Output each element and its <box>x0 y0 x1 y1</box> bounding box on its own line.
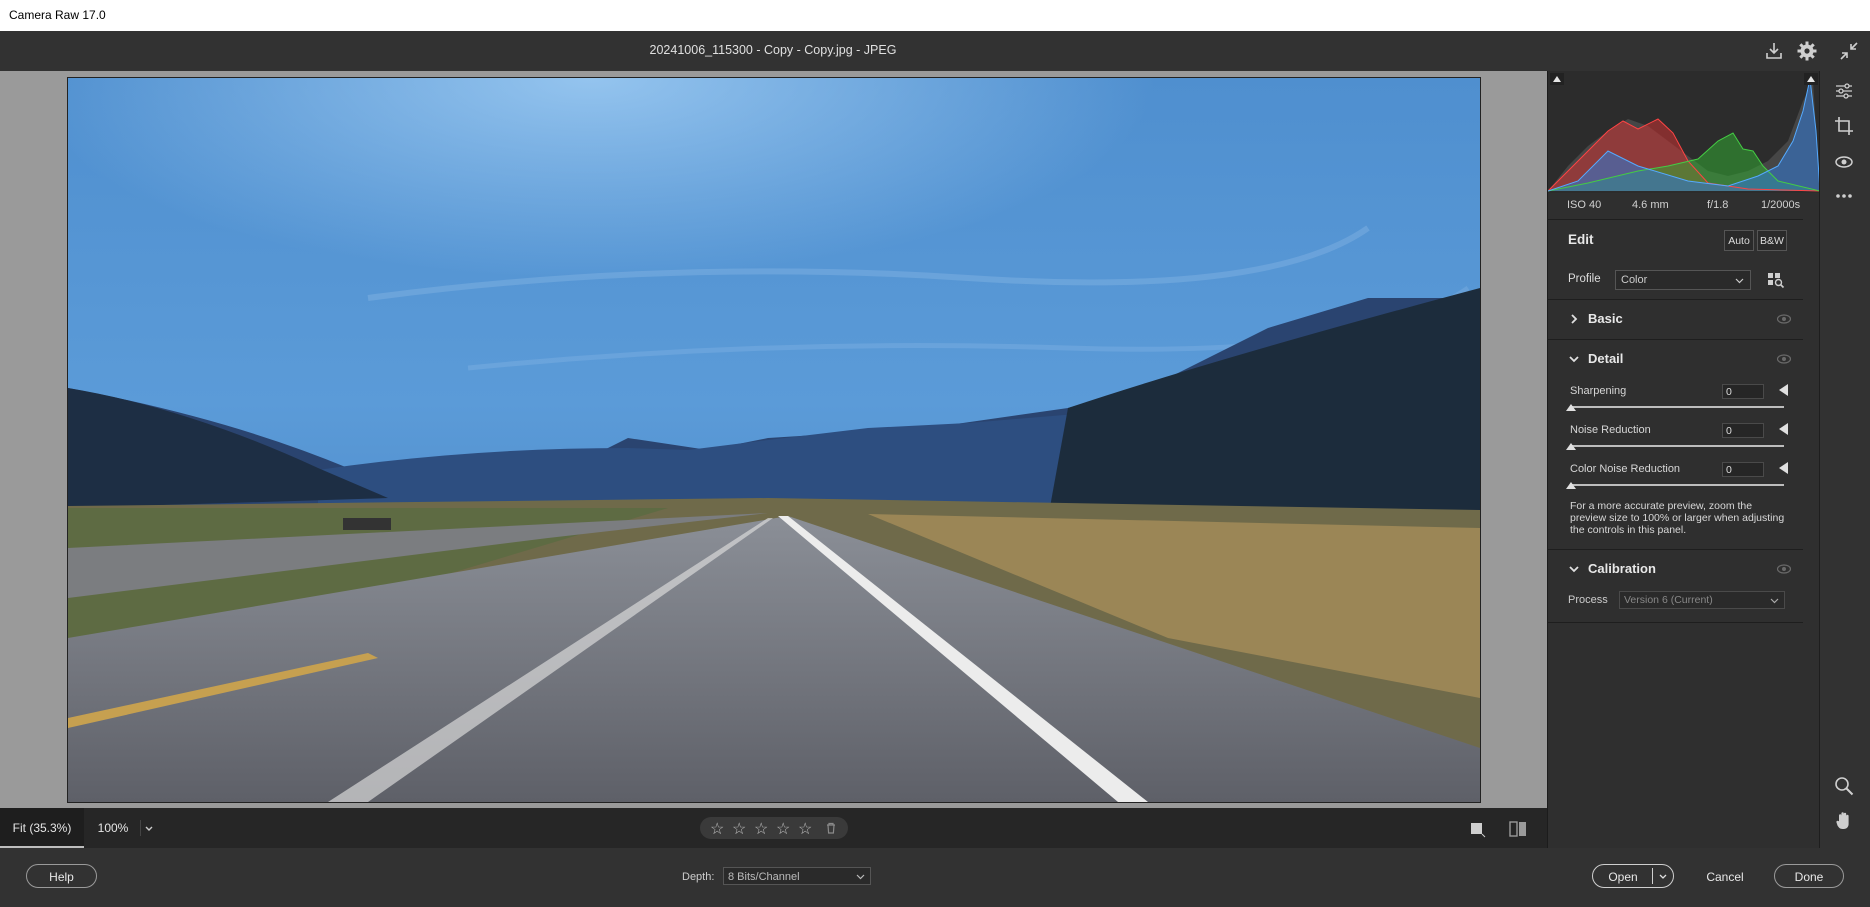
exif-aperture: f/1.8 <box>1707 199 1729 211</box>
chevron-down-icon[interactable] <box>1568 563 1580 575</box>
photo-preview[interactable] <box>67 77 1481 803</box>
done-button[interactable]: Done <box>1774 864 1844 888</box>
depth-select[interactable]: 8 Bits/Channel <box>723 867 871 885</box>
profile-select[interactable]: Color <box>1615 270 1751 290</box>
sharpening-reset-icon[interactable] <box>1779 384 1788 396</box>
red-eye-icon[interactable] <box>1833 151 1855 173</box>
open-split-divider <box>1652 868 1653 884</box>
color-noise-reduction-slider-thumb[interactable] <box>1566 482 1576 489</box>
gear-icon[interactable] <box>1796 40 1818 62</box>
hand-tool-icon[interactable] <box>1833 809 1855 831</box>
eye-icon[interactable] <box>1777 314 1791 324</box>
top-bar: 20241006_115300 - Copy - Copy.jpg - JPEG <box>0 31 1870 72</box>
chevron-down-icon <box>1735 278 1744 284</box>
help-button[interactable]: Help <box>26 864 97 888</box>
bw-button[interactable]: B&W <box>1757 230 1787 251</box>
open-button-group: Open <box>1592 864 1674 888</box>
section-detail[interactable]: Detail <box>1588 351 1623 366</box>
crop-icon[interactable] <box>1833 115 1855 137</box>
noise-reduction-label: Noise Reduction <box>1570 424 1651 436</box>
exif-shutter: 1/2000s <box>1761 199 1801 211</box>
divider <box>1548 339 1803 340</box>
star-icon[interactable]: ☆ <box>776 819 790 839</box>
file-name: 20241006_115300 - Copy - Copy.jpg - JPEG <box>649 43 897 57</box>
collapse-icon[interactable] <box>1838 40 1860 62</box>
edit-panel: ISO 40 4.6 mm f/1.8 1/2000s Edit Auto B&… <box>1547 71 1821 848</box>
sharpening-slider[interactable] <box>1570 406 1784 408</box>
noise-reduction-slider[interactable] <box>1570 445 1784 447</box>
landscape-photo <box>68 78 1480 802</box>
process-label: Process <box>1568 594 1608 606</box>
edit-sliders-icon[interactable] <box>1833 80 1855 102</box>
noise-reduction-value[interactable]: 0 <box>1722 423 1764 438</box>
cancel-button[interactable]: Cancel <box>1690 864 1760 888</box>
eye-icon[interactable] <box>1777 564 1791 574</box>
star-icon[interactable]: ☆ <box>798 819 812 839</box>
preview-area[interactable] <box>0 71 1547 808</box>
process-value: Version 6 (Current) <box>1624 594 1713 606</box>
chevron-right-icon[interactable] <box>1568 313 1580 325</box>
chevron-down-icon[interactable] <box>1568 353 1580 365</box>
fit-zoom-button[interactable]: Fit (35.3%) <box>0 808 84 848</box>
divider <box>1548 299 1803 300</box>
histogram <box>1547 71 1821 193</box>
exif-focal: 4.6 mm <box>1632 199 1669 211</box>
zoom-tool-icon[interactable] <box>1833 775 1855 797</box>
open-options-chevron-icon[interactable] <box>1658 872 1668 881</box>
chevron-down-icon <box>856 874 865 880</box>
depth-value: 8 Bits/Channel <box>728 871 800 883</box>
auto-button[interactable]: Auto <box>1724 230 1754 251</box>
noise-reduction-slider-thumb[interactable] <box>1566 443 1576 450</box>
open-button[interactable]: Open <box>1593 865 1653 889</box>
tool-strip <box>1819 71 1870 848</box>
star-icon[interactable]: ☆ <box>754 819 768 839</box>
color-noise-reduction-value[interactable]: 0 <box>1722 462 1764 477</box>
profile-browser-icon[interactable] <box>1766 270 1786 290</box>
profile-value: Color <box>1621 274 1648 286</box>
edit-title: Edit <box>1568 232 1594 247</box>
trash-icon[interactable] <box>824 821 838 835</box>
preview-bottom-bar: Fit (35.3%) 100% ☆ ☆ ☆ ☆ ☆ <box>0 808 1547 848</box>
sharpening-label: Sharpening <box>1570 385 1627 397</box>
zoom-dropdown-icon[interactable] <box>140 820 157 836</box>
color-noise-reduction-label: Color Noise Reduction <box>1570 463 1681 475</box>
dialog-footer: Help Depth: 8 Bits/Channel Open Cancel D… <box>0 848 1870 907</box>
profile-label: Profile <box>1568 273 1601 285</box>
sharpening-slider-thumb[interactable] <box>1566 404 1576 411</box>
divider <box>1548 622 1803 623</box>
more-icon[interactable] <box>1833 185 1855 207</box>
exif-iso: ISO 40 <box>1567 199 1602 211</box>
color-noise-reduction-reset-icon[interactable] <box>1779 462 1788 474</box>
process-select[interactable]: Version 6 (Current) <box>1619 591 1785 609</box>
eye-icon[interactable] <box>1777 354 1791 364</box>
divider <box>1548 219 1803 220</box>
before-after-icon[interactable] <box>1468 820 1486 838</box>
window-title: Camera Raw 17.0 <box>9 8 106 22</box>
section-calibration[interactable]: Calibration <box>1588 561 1656 576</box>
divider <box>1548 549 1803 550</box>
depth-label: Depth: <box>682 871 715 883</box>
compare-view-icon[interactable] <box>1508 819 1528 839</box>
noise-reduction-reset-icon[interactable] <box>1779 423 1788 435</box>
sharpening-value[interactable]: 0 <box>1722 384 1764 399</box>
window-titlebar: Camera Raw 17.0 <box>0 0 1870 32</box>
chevron-down-icon <box>1770 598 1779 604</box>
star-icon[interactable]: ☆ <box>710 819 724 839</box>
detail-note: For a more accurate preview, zoom the pr… <box>1570 500 1785 536</box>
save-icon[interactable] <box>1763 40 1785 62</box>
color-noise-reduction-slider[interactable] <box>1570 484 1784 486</box>
star-icon[interactable]: ☆ <box>732 819 746 839</box>
star-rating[interactable]: ☆ ☆ ☆ ☆ ☆ <box>700 817 848 839</box>
histogram-graph <box>1547 73 1821 192</box>
zoom-100-button[interactable]: 100% <box>88 808 138 848</box>
section-basic[interactable]: Basic <box>1588 311 1623 326</box>
